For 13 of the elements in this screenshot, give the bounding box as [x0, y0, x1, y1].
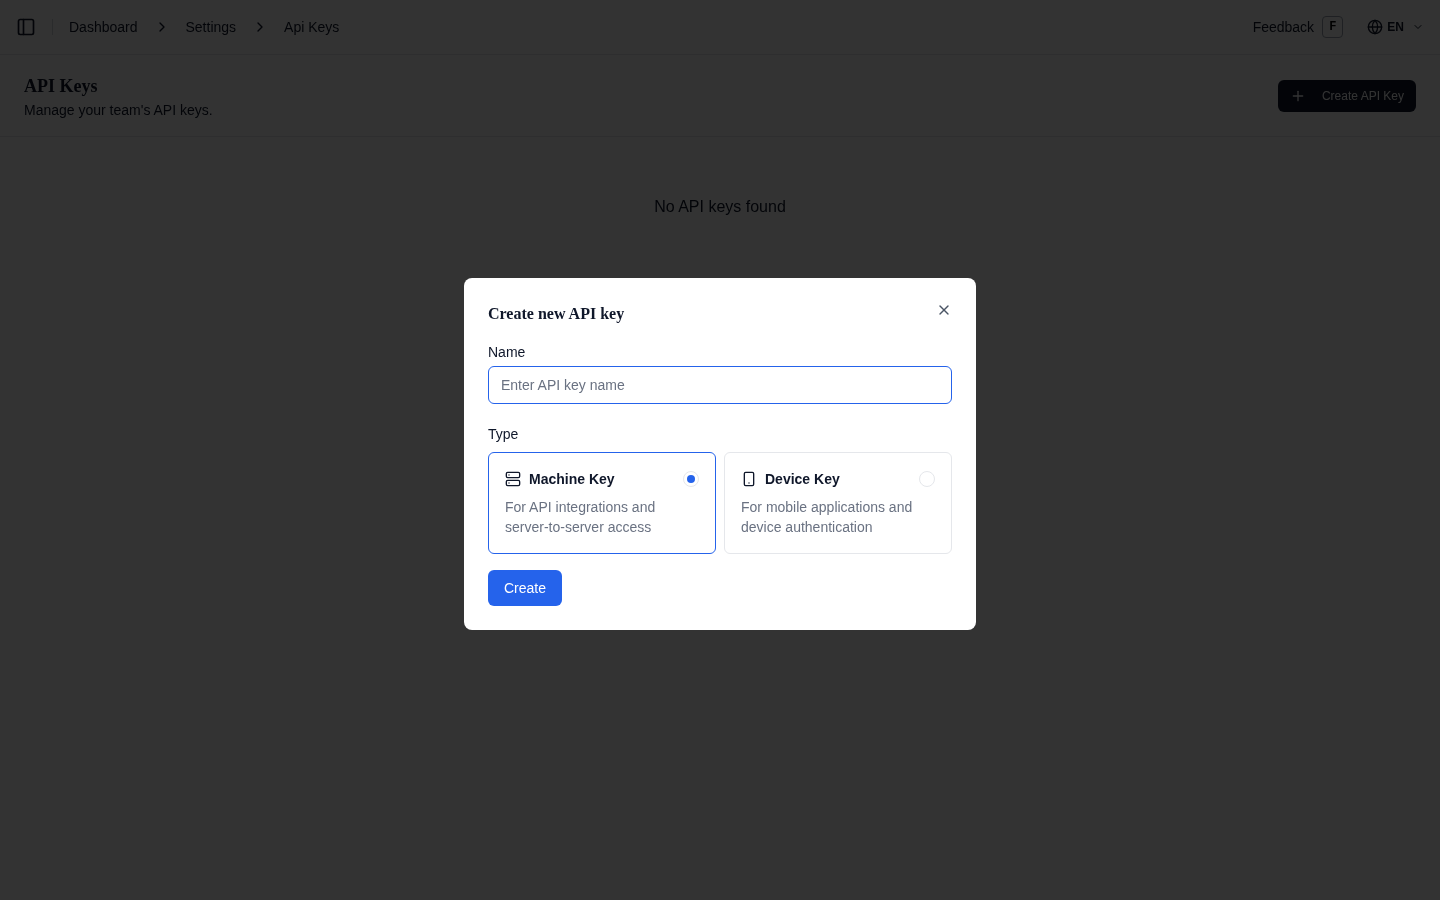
name-label: Name — [488, 343, 527, 362]
name-input[interactable]: Enter API key name — [488, 366, 952, 404]
key-type-option[interactable]: Machine Key For API integrations and server-to-server access — [488, 452, 716, 554]
key-type-option[interactable]: Device Key For mobile applications and device authentication — [724, 452, 952, 554]
phone-icon — [741, 471, 757, 487]
key-type-description: For API integrations and server-to-server access — [505, 498, 657, 537]
dialog-title: Create new API key — [488, 304, 625, 325]
create-button[interactable]: Create — [488, 570, 563, 606]
key-type-title: Machine Key — [529, 470, 615, 489]
type-label: Type — [488, 425, 520, 444]
server-icon — [505, 471, 521, 487]
key-type-description: For mobile applications and device authentication — [741, 498, 914, 537]
key-type-title: Device Key — [765, 470, 840, 489]
